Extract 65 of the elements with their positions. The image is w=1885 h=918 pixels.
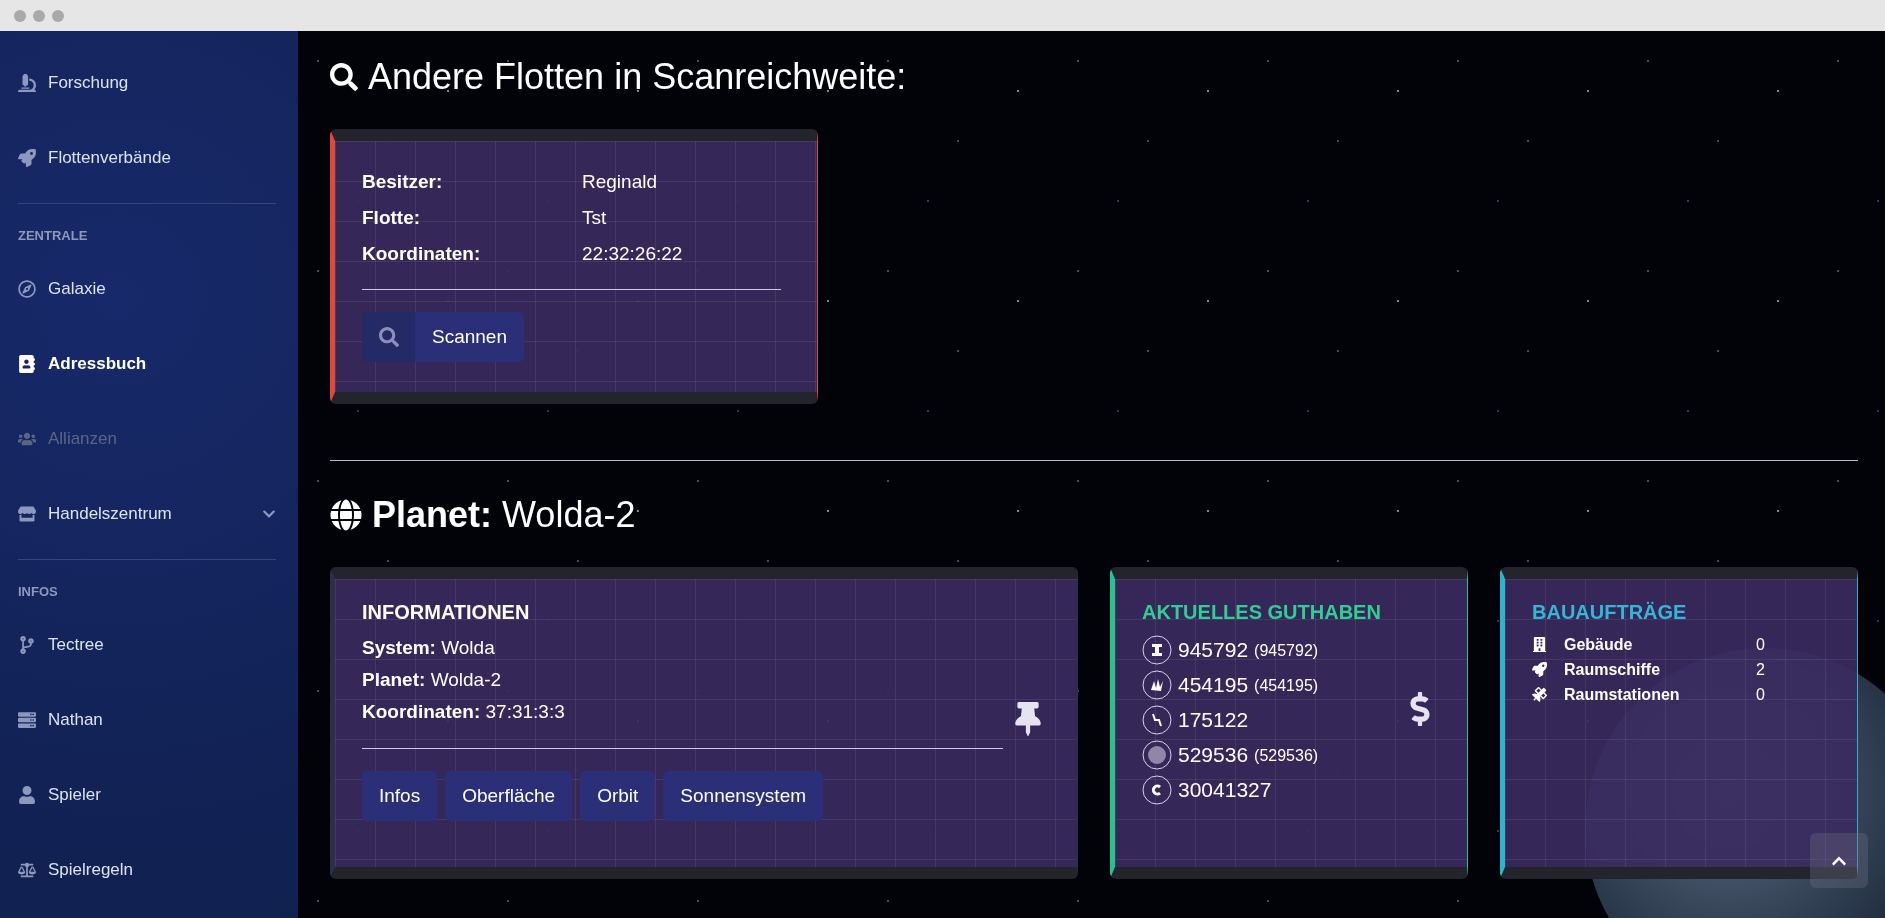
planet-nav-button[interactable]: Oberfläche — [445, 771, 573, 821]
planet-nav-button[interactable]: Infos — [362, 771, 438, 821]
planet-nav-button[interactable]: Orbit — [580, 771, 656, 821]
field-label: Flotte: — [362, 207, 422, 229]
sidebar-item-icon — [18, 860, 36, 879]
sidebar-item-icon — [18, 710, 36, 729]
resource-capacity: (945792) — [1254, 642, 1319, 660]
resource-icon — [1142, 704, 1172, 735]
field-value: Tst — [582, 207, 608, 229]
sidebar-section-heading: ZENTRALE — [18, 228, 89, 243]
sidebar-item-icon — [18, 148, 36, 167]
resource-capacity: (529536) — [1254, 747, 1319, 765]
info-line: Koordinaten: 37:31:3:3 — [362, 700, 566, 724]
build-order-icon — [1532, 662, 1547, 677]
search-icon — [378, 327, 399, 347]
sidebar-item-icon — [18, 354, 36, 373]
build-order-count: 0 — [1756, 685, 1766, 704]
sidebar-item[interactable]: Spielregeln — [18, 832, 278, 907]
build-order-icon — [1532, 637, 1547, 652]
resource-amount: 30041327 — [1178, 777, 1272, 802]
scroll-top-button[interactable] — [1810, 833, 1868, 888]
sidebar-item-icon — [18, 279, 36, 298]
globe-icon — [330, 499, 362, 531]
field-label: Besitzer: — [362, 171, 444, 193]
sidebar-item-icon — [18, 73, 36, 92]
resource-icon — [1142, 774, 1172, 805]
resource-capacity: (454195) — [1254, 677, 1319, 695]
resource-icon — [1142, 739, 1172, 770]
sidebar-item-icon — [18, 504, 36, 523]
resource-amount: 175122 — [1178, 707, 1249, 732]
planet-nav-button[interactable]: Sonnensystem — [663, 771, 824, 821]
resource-amount: 945792 — [1178, 637, 1249, 662]
build-order-label: Gebäude — [1564, 635, 1634, 654]
resource-amount: 529536 — [1178, 742, 1249, 767]
field-label: Koordinaten: — [362, 243, 482, 265]
search-icon — [330, 63, 358, 91]
resource-amount: 454195 — [1178, 672, 1249, 697]
sidebar-item[interactable]: Forschung — [18, 45, 278, 120]
card-heading: INFORMATIONEN — [362, 601, 531, 624]
planet-title-text: Planet: Wolda-2 — [372, 494, 636, 536]
sidebar-item-icon — [18, 785, 36, 804]
sidebar-item[interactable]: Handelszentrum — [18, 476, 278, 551]
resource-icon — [1142, 669, 1172, 700]
build-order-count: 2 — [1756, 660, 1766, 679]
section-title-text: Andere Flotten in Scanreichweite: — [368, 56, 907, 98]
sidebar-section-heading: INFOS — [18, 584, 59, 599]
sidebar-item[interactable]: Nathan — [18, 682, 278, 757]
sidebar-item[interactable]: Flottenverbände — [18, 120, 278, 195]
info-line: System: Wolda — [362, 636, 496, 660]
build-order-label: Raumstationen — [1564, 685, 1681, 704]
card-heading: BAUAUFTRÄGE — [1532, 601, 1688, 624]
build-order-count: 0 — [1756, 635, 1766, 654]
info-line: Planet: Wolda-2 — [362, 668, 503, 692]
build-order-label: Raumschiffe — [1564, 660, 1662, 679]
sidebar-item-icon — [18, 635, 36, 654]
field-value: Reginald — [582, 171, 658, 193]
sidebar-item[interactable]: Galaxie — [18, 251, 278, 326]
card-heading: AKTUELLES GUTHABEN — [1142, 601, 1382, 624]
build-order-icon — [1532, 687, 1547, 702]
sidebar-item[interactable]: Adressbuch — [18, 326, 278, 401]
field-value: 22:32:26:22 — [582, 243, 684, 265]
scan-button[interactable]: Scannen — [362, 312, 524, 362]
resource-icon — [1142, 634, 1172, 665]
sidebar-item[interactable]: Spieler — [18, 757, 278, 832]
sidebar-item[interactable]: Tectree — [18, 607, 278, 682]
